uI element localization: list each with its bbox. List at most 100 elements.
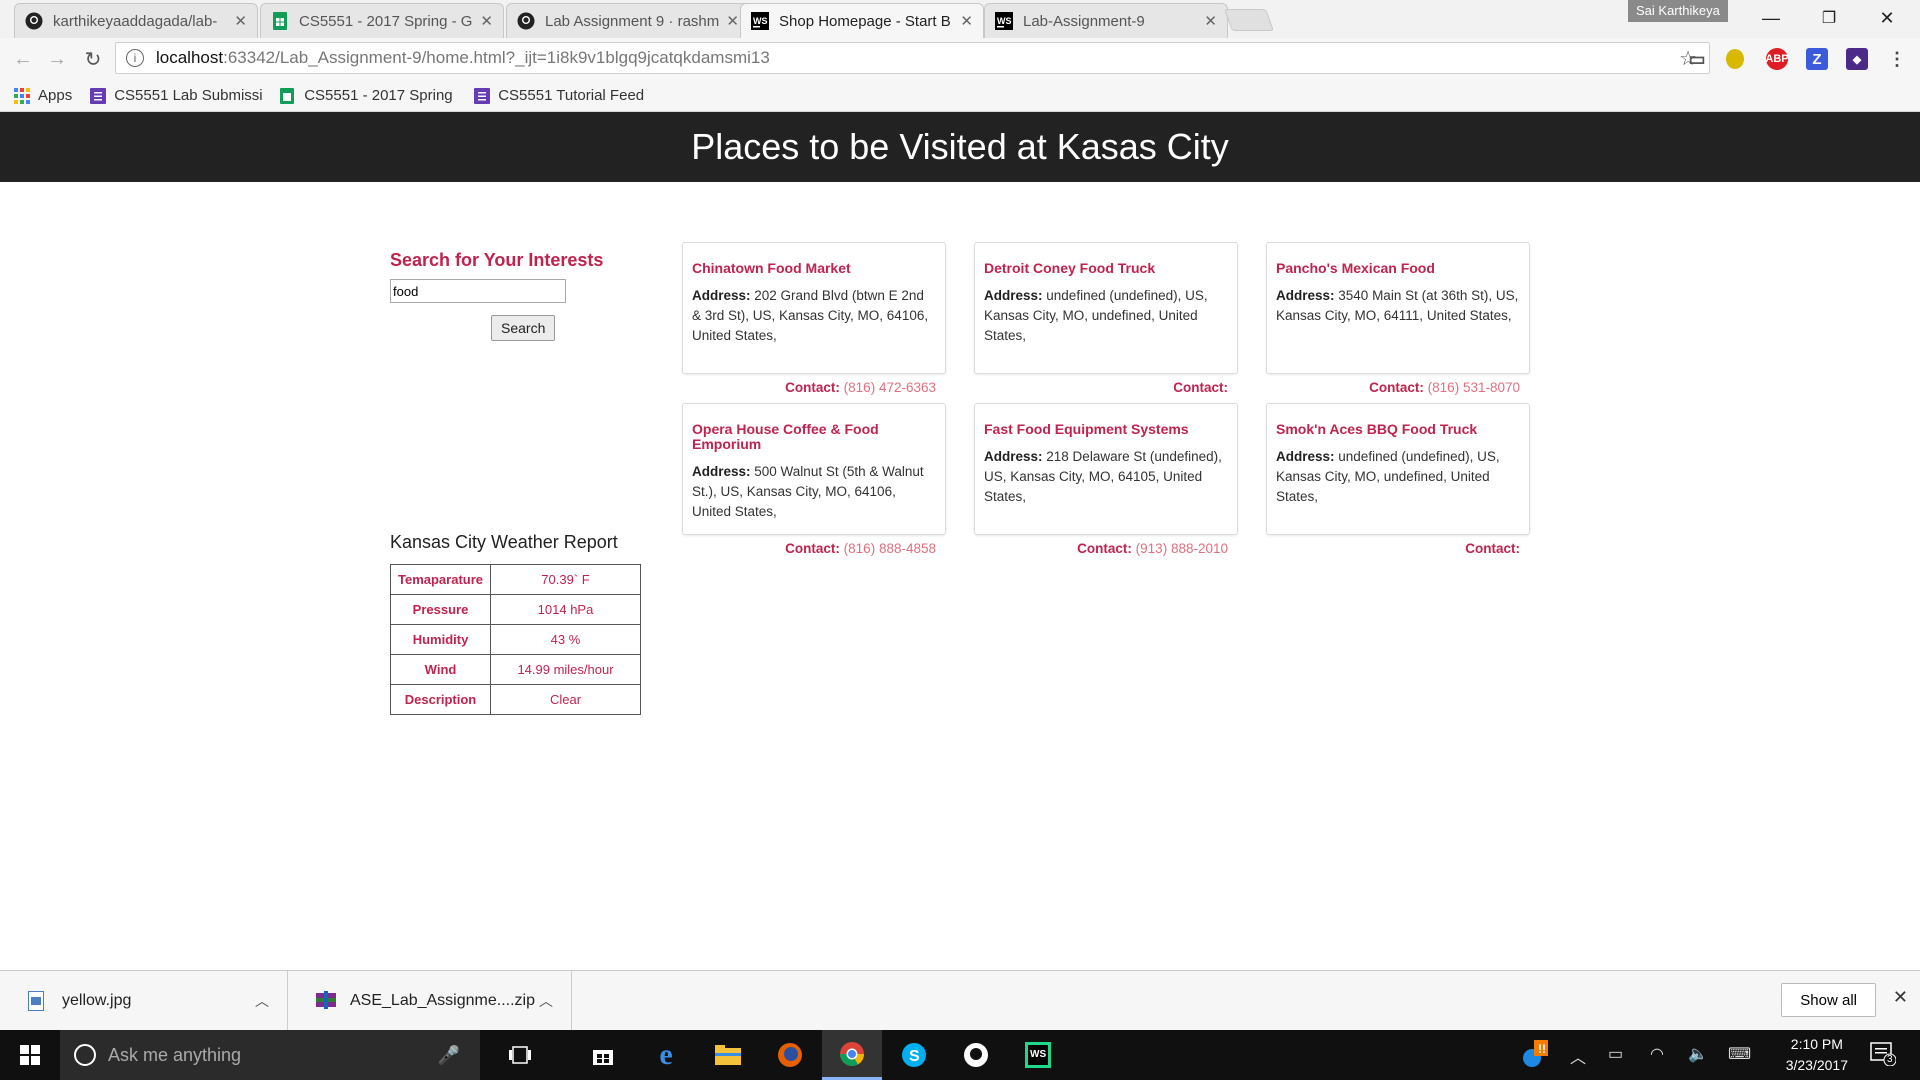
minimize-icon[interactable]: — xyxy=(1742,0,1800,36)
github-icon xyxy=(517,12,535,30)
bookmark-apps[interactable]: Apps xyxy=(14,87,72,104)
clock-time: 2:10 PM xyxy=(1790,1036,1843,1052)
windows-start-button[interactable] xyxy=(0,1030,60,1080)
search-input[interactable] xyxy=(390,279,566,303)
place-contact: Contact: xyxy=(974,380,1238,395)
back-icon[interactable]: ← xyxy=(10,46,36,72)
keyboard-icon[interactable]: ⌨ xyxy=(1728,1044,1751,1064)
place-contact: Contact: (816) 472-6363 xyxy=(682,380,946,395)
weather-value: 43 % xyxy=(490,624,641,655)
store-icon[interactable] xyxy=(573,1030,633,1080)
microphone-icon[interactable]: 🎤 xyxy=(438,1045,460,1066)
place-card-body: Pancho's Mexican Food Address: 3540 Main… xyxy=(1266,242,1530,374)
address-label: Address: xyxy=(1276,288,1335,303)
page-viewport: Places to be Visited at Kasas City Searc… xyxy=(0,112,1920,970)
close-icon[interactable]: ✕ xyxy=(234,12,247,30)
adblock-icon[interactable]: ABP xyxy=(1765,48,1789,70)
cast-icon[interactable]: ▭ xyxy=(1686,48,1708,70)
zip-file-icon xyxy=(316,990,336,1011)
windows-logo-icon xyxy=(20,1045,40,1065)
github-desktop-icon[interactable] xyxy=(946,1030,1006,1080)
table-row: Humidity 43 % xyxy=(390,624,641,655)
notification-alert-icon[interactable]: !! xyxy=(1522,1040,1548,1073)
task-view-icon[interactable] xyxy=(490,1030,550,1080)
webstorm-icon[interactable]: WS xyxy=(1008,1030,1068,1080)
webstorm-icon: WS xyxy=(751,12,769,30)
chevron-up-icon[interactable]: ︿ xyxy=(539,991,553,1011)
close-icon[interactable]: ✕ xyxy=(1204,12,1217,30)
downloads-bar: yellow.jpg ︿ ASE_Lab_Assignme....zip ︿ S… xyxy=(0,970,1920,1031)
weather-label: Description xyxy=(390,684,491,715)
browser-tab[interactable]: WS Lab-Assignment-9 ✕ xyxy=(984,3,1228,38)
bookmark-lab-submission[interactable]: CS5551 Lab Submissio xyxy=(90,87,262,104)
close-icon[interactable]: ✕ xyxy=(960,12,973,30)
file-explorer-icon[interactable] xyxy=(698,1030,758,1080)
forward-icon[interactable]: → xyxy=(44,46,70,72)
menu-icon[interactable]: ⋮ xyxy=(1886,48,1908,70)
zotero-icon[interactable]: Z xyxy=(1806,48,1828,70)
reload-icon[interactable]: ↻ xyxy=(80,46,106,72)
clock[interactable]: 2:10 PM 3/23/2017 xyxy=(1786,1034,1848,1076)
edge-icon[interactable]: e xyxy=(636,1030,696,1080)
tab-strip: karthikeyaaddagada/lab- ✕ CS5551 - 2017 … xyxy=(0,0,1920,38)
place-contact: Contact: (816) 531-8070 xyxy=(1266,380,1530,395)
tab-title: Lab Assignment 9 · rashm xyxy=(545,12,720,30)
table-row: Temaparature 70.39` F xyxy=(390,564,641,595)
sheets-icon xyxy=(271,12,289,30)
action-center-icon[interactable]: 3 xyxy=(1870,1042,1897,1071)
address-bar[interactable]: i localhost:63342/Lab_Assignment-9/home.… xyxy=(115,42,1710,74)
info-icon[interactable]: i xyxy=(126,49,144,67)
search-button[interactable]: Search xyxy=(491,315,556,341)
download-item[interactable]: ASE_Lab_Assignme....zip ︿ xyxy=(288,970,572,1031)
extension-icon[interactable]: ◆ xyxy=(1846,48,1868,70)
place-address: Address: undefined (undefined), US, Kans… xyxy=(984,286,1228,346)
cortana-icon xyxy=(74,1044,96,1066)
table-row: Description Clear xyxy=(390,684,641,715)
chevron-up-icon[interactable]: ︿ xyxy=(1570,1044,1586,1068)
battery-icon[interactable]: ▭ xyxy=(1608,1044,1623,1064)
sheets-icon xyxy=(280,87,296,104)
show-all-button[interactable]: Show all xyxy=(1781,983,1876,1017)
table-row: Pressure 1014 hPa xyxy=(390,594,641,625)
download-filename: ASE_Lab_Assignme....zip xyxy=(350,991,535,1009)
browser-tab-active[interactable]: WS Shop Homepage - Start B ✕ xyxy=(740,3,984,38)
wifi-icon[interactable]: ◠ xyxy=(1650,1044,1664,1064)
url-path: :63342/Lab_Assignment-9/home.html?_ijt=1… xyxy=(223,48,770,67)
address-label: Address: xyxy=(984,449,1043,464)
download-item[interactable]: yellow.jpg ︿ xyxy=(0,970,288,1031)
contact-label: Contact: xyxy=(785,541,840,556)
sidebar: Search for Your Interests Search Kansas … xyxy=(390,250,650,715)
close-icon[interactable]: ✕ xyxy=(1893,987,1908,1008)
clock-date: 3/23/2017 xyxy=(1785,1057,1848,1073)
chrome-icon[interactable] xyxy=(822,1030,882,1080)
close-icon[interactable]: ✕ xyxy=(726,12,739,30)
place-address: Address: 500 Walnut St (5th & Walnut St.… xyxy=(692,462,936,522)
browser-tab[interactable]: CS5551 - 2017 Spring - G ✕ xyxy=(260,3,504,38)
close-icon[interactable]: ✕ xyxy=(480,12,493,30)
restore-icon[interactable]: ❐ xyxy=(1800,0,1858,36)
forms-icon xyxy=(474,87,491,104)
page-title: Places to be Visited at Kasas City xyxy=(691,126,1229,167)
new-tab-button[interactable] xyxy=(1223,9,1275,31)
place-name: Opera House Coffee & Food Emporium xyxy=(692,421,879,452)
bookmark-cs5551-sheet[interactable]: CS5551 - 2017 Spring xyxy=(280,87,456,104)
svg-text:WS: WS xyxy=(1030,1049,1046,1060)
place-contact: Contact: xyxy=(1266,541,1530,556)
browser-tab[interactable]: Lab Assignment 9 · rashm ✕ xyxy=(506,3,750,38)
skype-icon[interactable]: S xyxy=(884,1030,944,1080)
place-card: Pancho's Mexican Food Address: 3540 Main… xyxy=(1266,242,1530,395)
place-contact: Contact: (913) 888-2010 xyxy=(974,541,1238,556)
close-window-icon[interactable]: ✕ xyxy=(1858,0,1916,36)
extension-shield-icon[interactable] xyxy=(1726,49,1744,69)
volume-icon[interactable]: 🔈 xyxy=(1688,1044,1708,1064)
chevron-up-icon[interactable]: ︿ xyxy=(255,991,269,1011)
bookmark-label: CS5551 Lab Submissio xyxy=(114,87,263,104)
bookmark-tutorial-feedback[interactable]: CS5551 Tutorial Feedb xyxy=(474,87,644,104)
address-label: Address: xyxy=(1276,449,1335,464)
place-name: Detroit Coney Food Truck xyxy=(984,260,1156,276)
browser-tab[interactable]: karthikeyaaddagada/lab- ✕ xyxy=(14,3,258,38)
profile-button[interactable]: Sai Karthikeya xyxy=(1628,0,1728,22)
cortana-search[interactable]: Ask me anything 🎤 xyxy=(60,1030,480,1080)
place-address: Address: undefined (undefined), US, Kans… xyxy=(1276,447,1520,507)
firefox-icon[interactable] xyxy=(760,1030,820,1080)
